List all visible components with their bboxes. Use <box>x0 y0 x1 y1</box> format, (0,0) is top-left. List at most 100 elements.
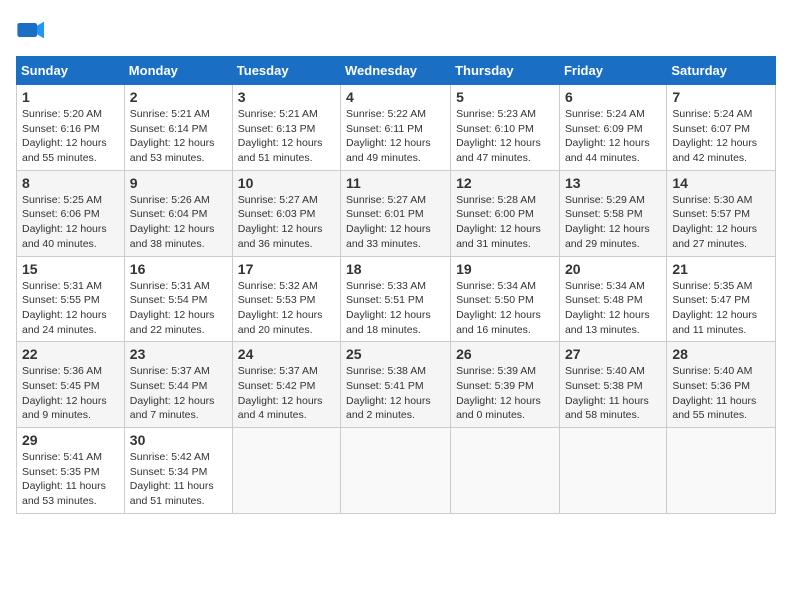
calendar-cell: 20 Sunrise: 5:34 AMSunset: 5:48 PMDayligh… <box>559 256 666 342</box>
day-number: 13 <box>565 175 661 191</box>
calendar-table: SundayMondayTuesdayWednesdayThursdayFrid… <box>16 56 776 514</box>
day-info: Sunrise: 5:40 AMSunset: 5:36 PMDaylight:… <box>672 364 770 423</box>
header-row: SundayMondayTuesdayWednesdayThursdayFrid… <box>17 57 776 85</box>
day-info: Sunrise: 5:32 AMSunset: 5:53 PMDaylight:… <box>238 279 335 338</box>
day-number: 5 <box>456 89 554 105</box>
calendar-cell: 27 Sunrise: 5:40 AMSunset: 5:38 PMDayligh… <box>559 342 666 428</box>
calendar-cell: 12 Sunrise: 5:28 AMSunset: 6:00 PMDayligh… <box>451 170 560 256</box>
day-info: Sunrise: 5:35 AMSunset: 5:47 PMDaylight:… <box>672 279 770 338</box>
calendar-cell: 4Sunrise: 5:22 AMSunset: 6:11 PMDaylight… <box>341 85 451 171</box>
day-number: 9 <box>130 175 227 191</box>
day-info: Sunrise: 5:34 AMSunset: 5:48 PMDaylight:… <box>565 279 661 338</box>
calendar-cell: 13 Sunrise: 5:29 AMSunset: 5:58 PMDayligh… <box>559 170 666 256</box>
col-header-sunday: Sunday <box>17 57 125 85</box>
day-info: Sunrise: 5:41 AMSunset: 5:35 PMDaylight:… <box>22 450 119 509</box>
calendar-cell: 21 Sunrise: 5:35 AMSunset: 5:47 PMDayligh… <box>667 256 776 342</box>
day-info: Sunrise: 5:20 AMSunset: 6:16 PMDaylight:… <box>22 107 119 166</box>
day-info: Sunrise: 5:26 AMSunset: 6:04 PMDaylight:… <box>130 193 227 252</box>
day-number: 19 <box>456 261 554 277</box>
day-number: 29 <box>22 432 119 448</box>
day-number: 16 <box>130 261 227 277</box>
day-number: 15 <box>22 261 119 277</box>
day-number: 30 <box>130 432 227 448</box>
day-info: Sunrise: 5:31 AMSunset: 5:55 PMDaylight:… <box>22 279 119 338</box>
calendar-week-3: 15 Sunrise: 5:31 AMSunset: 5:55 PMDayligh… <box>17 256 776 342</box>
day-number: 27 <box>565 346 661 362</box>
calendar-cell: 29 Sunrise: 5:41 AMSunset: 5:35 PMDayligh… <box>17 428 125 514</box>
day-info: Sunrise: 5:36 AMSunset: 5:45 PMDaylight:… <box>22 364 119 423</box>
day-info: Sunrise: 5:24 AMSunset: 6:09 PMDaylight:… <box>565 107 661 166</box>
calendar-cell <box>341 428 451 514</box>
day-number: 1 <box>22 89 119 105</box>
day-info: Sunrise: 5:33 AMSunset: 5:51 PMDaylight:… <box>346 279 445 338</box>
calendar-cell: 2Sunrise: 5:21 AMSunset: 6:14 PMDaylight… <box>124 85 232 171</box>
col-header-wednesday: Wednesday <box>341 57 451 85</box>
day-info: Sunrise: 5:27 AMSunset: 6:03 PMDaylight:… <box>238 193 335 252</box>
day-number: 12 <box>456 175 554 191</box>
day-info: Sunrise: 5:25 AMSunset: 6:06 PMDaylight:… <box>22 193 119 252</box>
calendar-cell: 14 Sunrise: 5:30 AMSunset: 5:57 PMDayligh… <box>667 170 776 256</box>
day-number: 23 <box>130 346 227 362</box>
col-header-monday: Monday <box>124 57 232 85</box>
day-info: Sunrise: 5:38 AMSunset: 5:41 PMDaylight:… <box>346 364 445 423</box>
day-number: 3 <box>238 89 335 105</box>
calendar-cell: 7 Sunrise: 5:24 AMSunset: 6:07 PMDaylight… <box>667 85 776 171</box>
col-header-tuesday: Tuesday <box>232 57 340 85</box>
day-number: 6 <box>565 89 661 105</box>
day-info: Sunrise: 5:29 AMSunset: 5:58 PMDaylight:… <box>565 193 661 252</box>
day-number: 10 <box>238 175 335 191</box>
calendar-cell: 8 Sunrise: 5:25 AMSunset: 6:06 PMDaylight… <box>17 170 125 256</box>
calendar-cell <box>559 428 666 514</box>
col-header-friday: Friday <box>559 57 666 85</box>
calendar-cell: 1 Sunrise: 5:20 AMSunset: 6:16 PMDaylight… <box>17 85 125 171</box>
day-info: Sunrise: 5:37 AMSunset: 5:44 PMDaylight:… <box>130 364 227 423</box>
calendar-cell: 16 Sunrise: 5:31 AMSunset: 5:54 PMDayligh… <box>124 256 232 342</box>
calendar-cell: 26 Sunrise: 5:39 AMSunset: 5:39 PMDayligh… <box>451 342 560 428</box>
calendar-week-2: 8 Sunrise: 5:25 AMSunset: 6:06 PMDaylight… <box>17 170 776 256</box>
day-number: 24 <box>238 346 335 362</box>
day-info: Sunrise: 5:23 AMSunset: 6:10 PMDaylight:… <box>456 107 554 166</box>
day-info: Sunrise: 5:21 AMSunset: 6:13 PMDaylight:… <box>238 107 335 166</box>
calendar-cell: 17 Sunrise: 5:32 AMSunset: 5:53 PMDayligh… <box>232 256 340 342</box>
logo <box>16 16 46 44</box>
day-number: 8 <box>22 175 119 191</box>
col-header-saturday: Saturday <box>667 57 776 85</box>
day-number: 25 <box>346 346 445 362</box>
day-number: 17 <box>238 261 335 277</box>
day-number: 21 <box>672 261 770 277</box>
calendar-cell <box>232 428 340 514</box>
day-number: 20 <box>565 261 661 277</box>
calendar-cell: 10 Sunrise: 5:27 AMSunset: 6:03 PMDayligh… <box>232 170 340 256</box>
calendar-cell: 28 Sunrise: 5:40 AMSunset: 5:36 PMDayligh… <box>667 342 776 428</box>
calendar-cell: 22Sunrise: 5:36 AMSunset: 5:45 PMDayligh… <box>17 342 125 428</box>
calendar-cell: 15 Sunrise: 5:31 AMSunset: 5:55 PMDayligh… <box>17 256 125 342</box>
day-number: 11 <box>346 175 445 191</box>
page-header <box>16 16 776 44</box>
day-number: 7 <box>672 89 770 105</box>
day-info: Sunrise: 5:27 AMSunset: 6:01 PMDaylight:… <box>346 193 445 252</box>
day-info: Sunrise: 5:30 AMSunset: 5:57 PMDaylight:… <box>672 193 770 252</box>
day-number: 28 <box>672 346 770 362</box>
calendar-cell: 24Sunrise: 5:37 AMSunset: 5:42 PMDayligh… <box>232 342 340 428</box>
day-number: 26 <box>456 346 554 362</box>
day-info: Sunrise: 5:22 AMSunset: 6:11 PMDaylight:… <box>346 107 445 166</box>
day-info: Sunrise: 5:40 AMSunset: 5:38 PMDaylight:… <box>565 364 661 423</box>
day-number: 14 <box>672 175 770 191</box>
calendar-cell: 18 Sunrise: 5:33 AMSunset: 5:51 PMDayligh… <box>341 256 451 342</box>
calendar-cell <box>667 428 776 514</box>
calendar-week-4: 22Sunrise: 5:36 AMSunset: 5:45 PMDayligh… <box>17 342 776 428</box>
day-info: Sunrise: 5:31 AMSunset: 5:54 PMDaylight:… <box>130 279 227 338</box>
calendar-cell: 5 Sunrise: 5:23 AMSunset: 6:10 PMDaylight… <box>451 85 560 171</box>
calendar-cell: 19Sunrise: 5:34 AMSunset: 5:50 PMDayligh… <box>451 256 560 342</box>
day-info: Sunrise: 5:21 AMSunset: 6:14 PMDaylight:… <box>130 107 227 166</box>
day-info: Sunrise: 5:42 AMSunset: 5:34 PMDaylight:… <box>130 450 227 509</box>
day-number: 18 <box>346 261 445 277</box>
calendar-cell: 25 Sunrise: 5:38 AMSunset: 5:41 PMDayligh… <box>341 342 451 428</box>
col-header-thursday: Thursday <box>451 57 560 85</box>
calendar-cell: 9 Sunrise: 5:26 AMSunset: 6:04 PMDaylight… <box>124 170 232 256</box>
calendar-cell: 11 Sunrise: 5:27 AMSunset: 6:01 PMDayligh… <box>341 170 451 256</box>
day-info: Sunrise: 5:28 AMSunset: 6:00 PMDaylight:… <box>456 193 554 252</box>
calendar-week-5: 29 Sunrise: 5:41 AMSunset: 5:35 PMDayligh… <box>17 428 776 514</box>
day-info: Sunrise: 5:24 AMSunset: 6:07 PMDaylight:… <box>672 107 770 166</box>
day-info: Sunrise: 5:39 AMSunset: 5:39 PMDaylight:… <box>456 364 554 423</box>
